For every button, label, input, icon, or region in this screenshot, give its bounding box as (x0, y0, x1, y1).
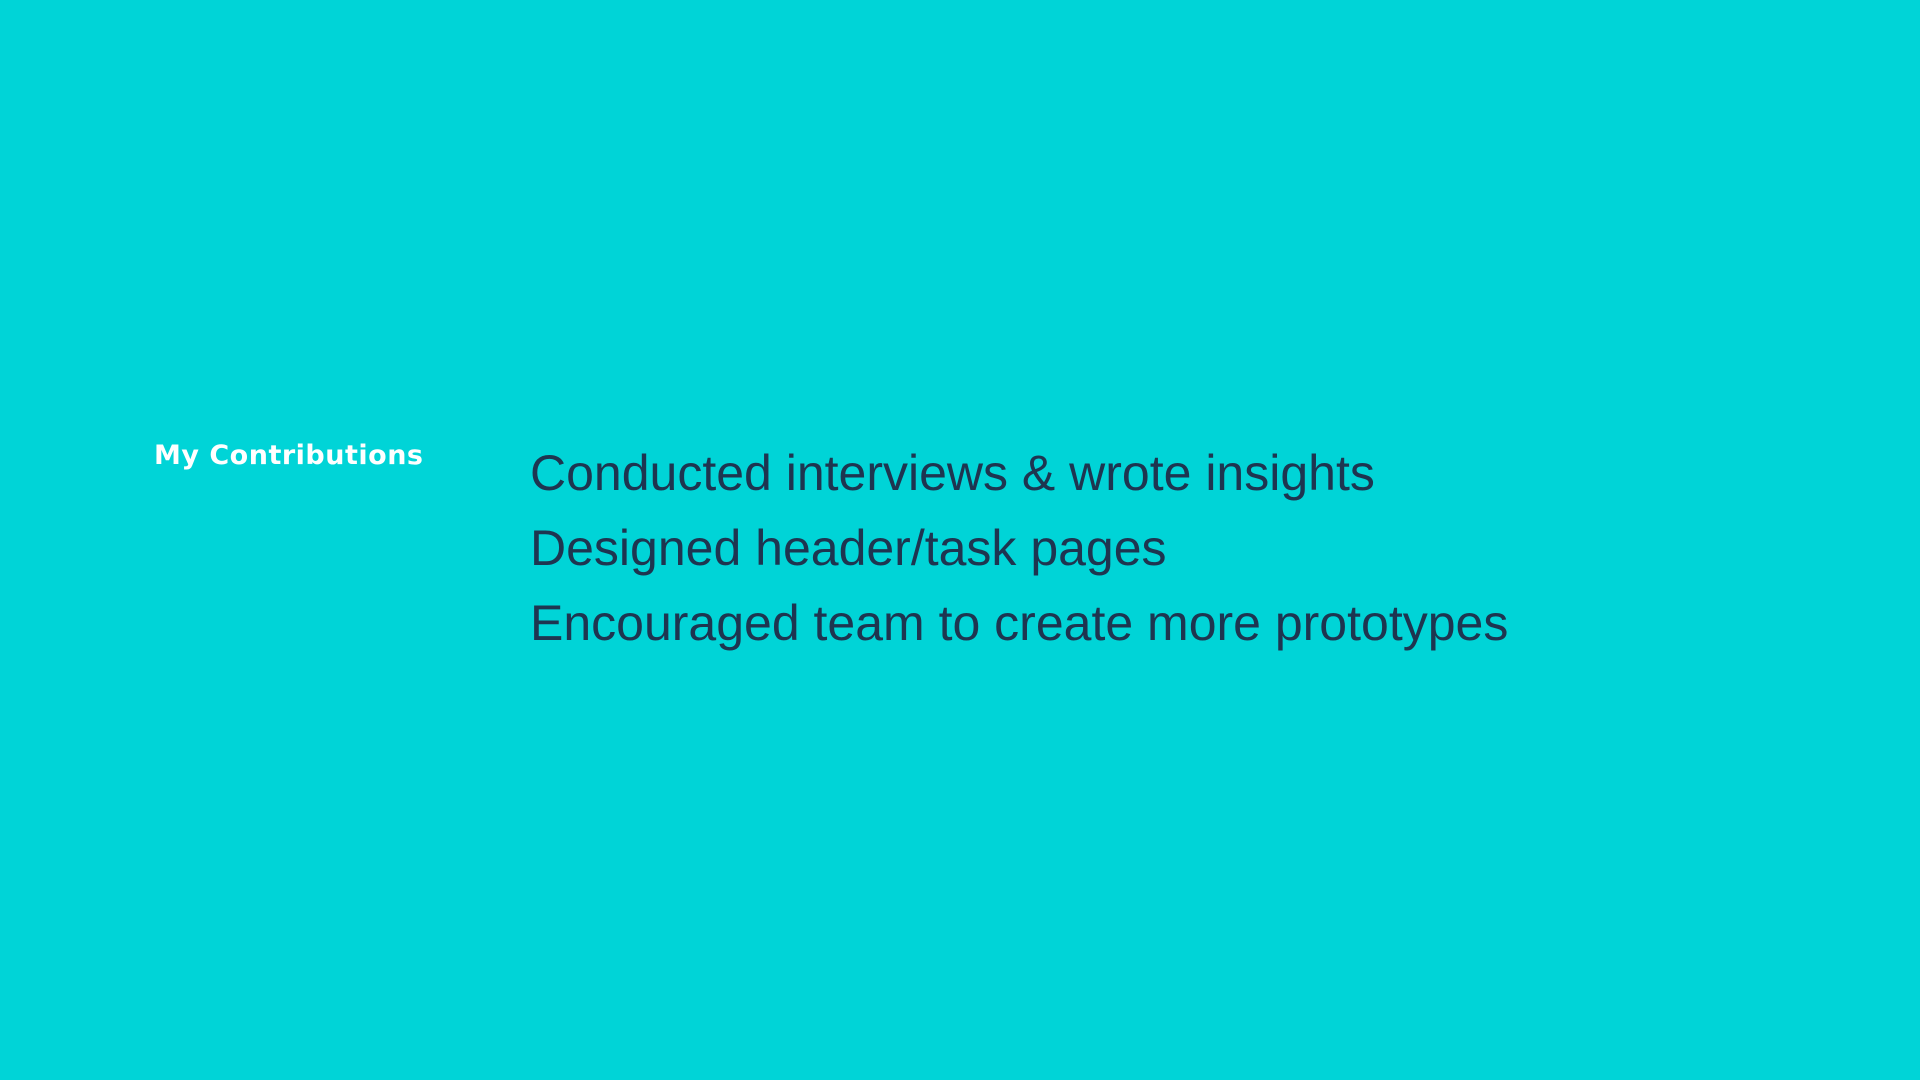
section-label: My Contributions (154, 440, 424, 471)
contributions-list: Conducted interviews & wrote insights De… (530, 436, 1508, 661)
contribution-item: Encouraged team to create more prototype… (530, 595, 1509, 651)
slide: My Contributions Conducted interviews & … (0, 0, 1920, 1080)
contribution-item: Designed header/task pages (530, 520, 1167, 576)
contribution-item: Conducted interviews & wrote insights (530, 445, 1375, 501)
